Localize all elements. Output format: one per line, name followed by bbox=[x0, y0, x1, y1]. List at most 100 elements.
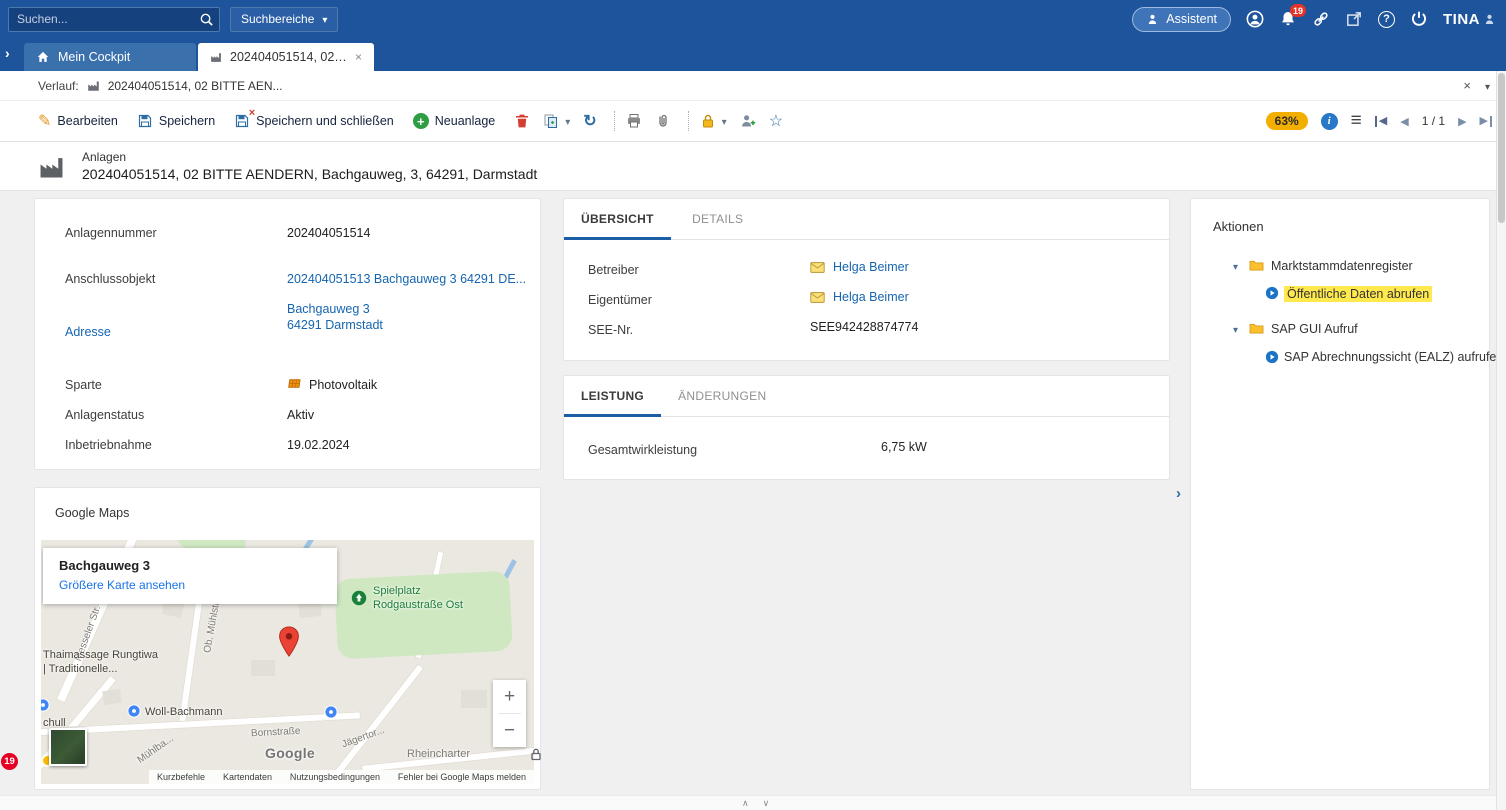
menu-icon[interactable] bbox=[1351, 110, 1362, 132]
gesamtwirkleistung-text: 6,75 kW bbox=[881, 440, 927, 454]
satellite-toggle-thumbnail[interactable] bbox=[49, 728, 87, 766]
refresh-button[interactable] bbox=[583, 111, 596, 131]
delete-button[interactable] bbox=[514, 113, 530, 129]
aktionen-group-sap-gui-aufruf[interactable]: SAP GUI Aufruf bbox=[1271, 322, 1358, 336]
speichern-und-schliessen-label: Speichern und schließen bbox=[256, 114, 394, 128]
map-pin-icon[interactable] bbox=[277, 626, 301, 658]
map-canvas[interactable]: Messeler Str. Ob. Mühlstr... Bornstraße … bbox=[41, 540, 534, 784]
assign-user-button[interactable] bbox=[740, 113, 756, 129]
print-button[interactable] bbox=[626, 113, 642, 129]
map-info-title: Bachgauweg 3 bbox=[59, 558, 321, 573]
copy-dropdown-icon[interactable] bbox=[565, 114, 570, 128]
info-icon[interactable] bbox=[1321, 113, 1338, 130]
lock-dropdown-icon[interactable] bbox=[722, 114, 727, 128]
speichern-button[interactable]: Speichern bbox=[137, 113, 215, 129]
envelope-icon[interactable] bbox=[810, 292, 825, 303]
shop-poi-icon[interactable] bbox=[127, 704, 141, 718]
external-link-icon[interactable] bbox=[1345, 10, 1363, 28]
poi-thaimassage[interactable]: Thaimassage Rungtiwa | Traditionelle... bbox=[43, 648, 158, 676]
favorite-button[interactable] bbox=[769, 111, 783, 131]
sidebar-expander-icon[interactable] bbox=[5, 45, 10, 61]
tab-anlage[interactable]: 202404051514, 02 BIT... bbox=[198, 43, 374, 71]
content-area: Anlagennummer 202404051514 Anschlussobje… bbox=[0, 191, 1506, 810]
splitter-down-icon[interactable] bbox=[763, 798, 770, 809]
uebersicht-tabs: ÜBERSICHT DETAILS bbox=[564, 199, 1169, 240]
map-kurzbefehle-link[interactable]: Kurzbefehle bbox=[157, 772, 205, 782]
eigentuemer-link[interactable]: Helga Beimer bbox=[833, 290, 909, 304]
lock-button[interactable] bbox=[700, 113, 727, 129]
copy-button[interactable] bbox=[543, 113, 570, 129]
search-input[interactable] bbox=[8, 7, 220, 32]
tab-leistung[interactable]: LEISTUNG bbox=[564, 376, 661, 416]
shop-poi-icon[interactable] bbox=[324, 705, 338, 719]
help-icon[interactable] bbox=[1378, 11, 1395, 28]
history-dropdown-icon[interactable] bbox=[1485, 79, 1490, 93]
map-larger-link[interactable]: Größere Karte ansehen bbox=[59, 578, 321, 592]
history-label: Verlauf: bbox=[38, 79, 79, 93]
tab-mein-cockpit[interactable]: Mein Cockpit bbox=[24, 43, 196, 71]
notifications-button[interactable]: 19 bbox=[1279, 10, 1297, 28]
nav-prev-button[interactable] bbox=[1400, 115, 1408, 128]
collapse-caret-icon[interactable] bbox=[1233, 262, 1238, 273]
suchbereiche-button[interactable]: Suchbereiche bbox=[230, 7, 338, 32]
aktion-sap-abrechnungssicht[interactable]: SAP Abrechnungssicht (EALZ) aufrufen bbox=[1284, 350, 1503, 364]
poi-thaimassage-line2: | Traditionelle... bbox=[43, 663, 117, 675]
adresse-street-link[interactable]: Bachgauweg 3 bbox=[287, 302, 370, 316]
folder-icon bbox=[1249, 259, 1264, 271]
aktionen-group-marktstammdatenregister[interactable]: Marktstammdatenregister bbox=[1271, 259, 1413, 273]
park-poi-icon[interactable] bbox=[351, 590, 367, 606]
map-nutzungsbedingungen-link[interactable]: Nutzungsbedingungen bbox=[290, 772, 380, 782]
object-header: Anlagen 202404051514, 02 BITTE AENDERN, … bbox=[0, 142, 1506, 191]
anschlussobjekt-link[interactable]: 202404051513 Bachgauweg 3 64291 DE... bbox=[287, 272, 526, 286]
nav-next-button[interactable] bbox=[1458, 115, 1466, 128]
account-icon[interactable] bbox=[1246, 10, 1264, 28]
bearbeiten-button[interactable]: Bearbeiten bbox=[38, 111, 118, 131]
neuanlage-button[interactable]: Neuanlage bbox=[413, 113, 495, 129]
anlagenstatus-label: Anlagenstatus bbox=[65, 408, 144, 422]
eigentuemer-label: Eigentümer bbox=[588, 293, 652, 307]
map-attribution-bar: Kurzbefehle Kartendaten Nutzungsbedingun… bbox=[149, 770, 534, 784]
scrollbar-thumb[interactable] bbox=[1498, 73, 1505, 223]
zoom-in-button[interactable]: + bbox=[493, 680, 526, 713]
toolbar-separator bbox=[688, 111, 689, 131]
play-circle-icon[interactable] bbox=[1265, 350, 1279, 364]
adresse-city-link[interactable]: 64291 Darmstadt bbox=[287, 318, 383, 332]
tab-aenderungen-label: ÄNDERUNGEN bbox=[678, 389, 766, 403]
padlock-icon bbox=[528, 746, 544, 762]
poi-spielplatz[interactable]: Spielplatz Rodgaustraße Ost bbox=[373, 584, 463, 612]
tab-uebersicht[interactable]: ÜBERSICHT bbox=[564, 199, 671, 239]
vertical-scrollbar[interactable] bbox=[1496, 71, 1506, 810]
panel-expander-icon[interactable] bbox=[1176, 485, 1181, 502]
nav-last-button[interactable] bbox=[1480, 116, 1492, 127]
search-icon[interactable] bbox=[199, 12, 214, 27]
tab-details[interactable]: DETAILS bbox=[671, 199, 765, 239]
attachments-button[interactable] bbox=[655, 113, 671, 129]
shop-poi-icon[interactable] bbox=[41, 698, 50, 712]
history-close-icon[interactable] bbox=[1463, 78, 1471, 93]
speichern-und-schliessen-button[interactable]: Speichern und schließen bbox=[234, 113, 394, 129]
google-logo[interactable]: Google bbox=[265, 745, 315, 761]
play-circle-icon[interactable] bbox=[1265, 286, 1279, 300]
nav-first-button[interactable] bbox=[1375, 116, 1387, 127]
map-kartendaten-link[interactable]: Kartendaten bbox=[223, 772, 272, 782]
tab-leistung-label: LEISTUNG bbox=[581, 389, 644, 403]
tab-details-label: DETAILS bbox=[692, 212, 743, 226]
tab-close-icon[interactable] bbox=[355, 50, 362, 64]
poi-woll-bachmann[interactable]: Woll-Bachmann bbox=[145, 705, 222, 719]
collapse-caret-icon[interactable] bbox=[1233, 325, 1238, 336]
tab-aenderungen[interactable]: ÄNDERUNGEN bbox=[661, 376, 783, 416]
power-icon[interactable] bbox=[1410, 10, 1428, 28]
betreiber-link[interactable]: Helga Beimer bbox=[833, 260, 909, 274]
zoom-out-button[interactable]: − bbox=[493, 714, 526, 747]
splitter-up-icon[interactable] bbox=[742, 798, 749, 809]
progress-badge[interactable]: 63% bbox=[1266, 112, 1308, 130]
speichern-label: Speichern bbox=[159, 114, 215, 128]
envelope-icon[interactable] bbox=[810, 262, 825, 273]
history-entry[interactable]: 202404051514, 02 BITTE AEN... bbox=[108, 79, 283, 93]
assistent-button[interactable]: Assistent bbox=[1132, 7, 1231, 32]
global-search bbox=[8, 7, 220, 32]
map-fehler-melden-link[interactable]: Fehler bei Google Maps melden bbox=[398, 772, 526, 782]
link-icon[interactable] bbox=[1312, 10, 1330, 28]
aktion-oeffentliche-daten-abrufen[interactable]: Öffentliche Daten abrufen bbox=[1284, 286, 1432, 302]
adresse-label[interactable]: Adresse bbox=[65, 325, 111, 339]
